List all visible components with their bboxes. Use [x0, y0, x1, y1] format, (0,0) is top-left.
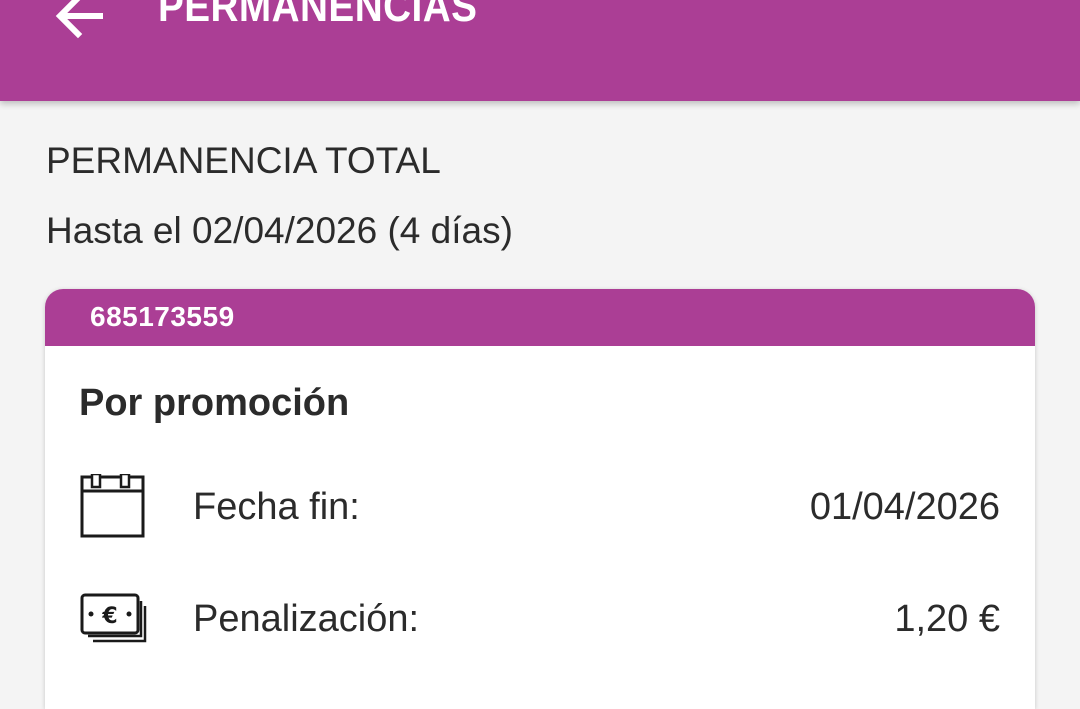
promotion-title: Por promoción [79, 382, 350, 424]
end-date-value: 01/04/2026 [809, 486, 1000, 528]
penalty-row: € Penalización: 1,20 € [45, 586, 1035, 656]
svg-text:€: € [101, 604, 117, 629]
line-number: 685173559 [90, 301, 235, 332]
end-date-row: Fecha fin: 01/04/2026 [45, 474, 1035, 544]
app-bar: PERMANENCIAS [0, 0, 1080, 101]
calendar-icon [80, 474, 145, 538]
money-euro-icon: € [80, 593, 147, 643]
card-header: 685173559 [45, 289, 1035, 346]
penalty-value: 1,20 € [894, 598, 1000, 640]
permanence-card: 685173559 Por promoción Fecha fin: 01/04… [45, 289, 1035, 709]
permanence-total-until: Hasta el 02/04/2026 (4 días) [46, 210, 513, 251]
permanence-total-title: PERMANENCIA TOTAL [46, 140, 441, 181]
end-date-label: Fecha fin: [193, 486, 360, 528]
page-title: PERMANENCIAS [158, 0, 478, 31]
back-button[interactable] [50, 0, 110, 46]
penalty-label: Penalización: [193, 598, 420, 640]
arrow-left-icon [55, 0, 103, 39]
